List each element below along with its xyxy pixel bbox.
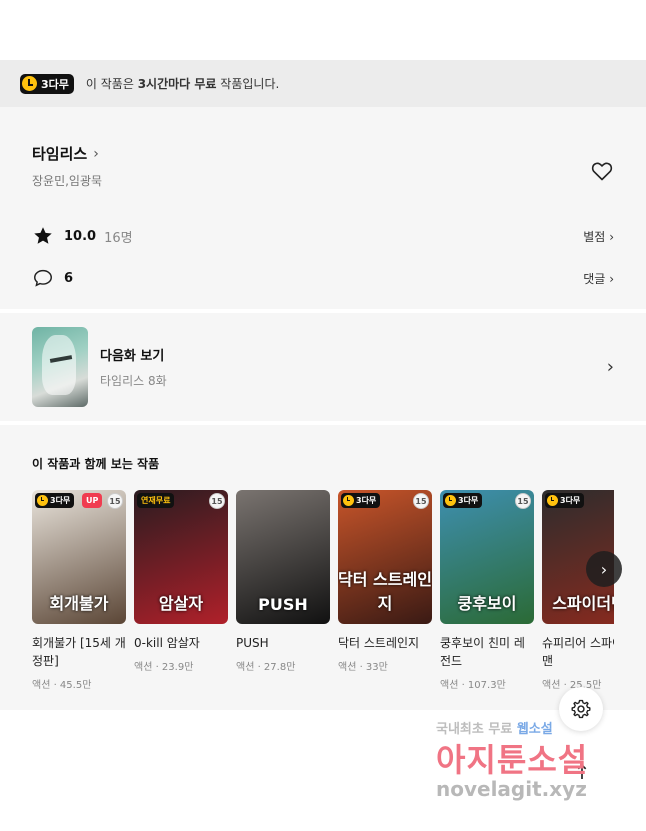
series-authors: 장윤민,임광묵 <box>32 174 103 188</box>
related-title: 회개불가 [15세 개정판] <box>32 636 126 668</box>
free-notice-banner: 3다무 이 작품은 3시간마다 무료 작품입니다. <box>0 60 646 107</box>
series-title: 타임리스 <box>32 145 88 163</box>
next-episode-label: 다음화 보기 <box>100 349 165 364</box>
chevron-right-icon: › <box>609 271 614 286</box>
three-hour-free-badge: 3다무 <box>20 73 74 94</box>
up-badge: UP <box>82 493 103 508</box>
comment-icon <box>34 269 52 287</box>
next-episode-button[interactable]: 다음화 보기 타임리스 8화 › <box>0 313 646 421</box>
gear-icon <box>571 699 591 719</box>
related-meta: 액션 · 45.5만 <box>32 680 92 691</box>
scroll-top-button[interactable]: ↑ <box>562 752 602 792</box>
comment-row: 6 댓글 › <box>32 257 614 299</box>
chevron-right-icon: › <box>93 145 99 162</box>
cover-title-art: 회개불가 <box>49 594 109 613</box>
related-meta: 액션 · 107.3만 <box>440 680 506 691</box>
related-cover: 3다무 UP 15 회개불가 <box>32 490 126 624</box>
related-card[interactable]: 3다무 스파이더맨 슈피리어 스파이더맨 액션 · 25.5만 <box>542 490 614 691</box>
cover-title-art: 쿵후보이 <box>457 594 517 613</box>
related-cover: 3다무 15 닥터 스트레인지 <box>338 490 432 624</box>
settings-button[interactable] <box>559 687 603 731</box>
chevron-right-icon: › <box>600 559 608 579</box>
heart-icon[interactable] <box>590 159 614 183</box>
comment-link[interactable]: 댓글 › <box>583 270 614 287</box>
chevron-right-icon: › <box>606 356 614 378</box>
related-cover: 연재무료 15 암살자 <box>134 490 228 624</box>
star-icon <box>34 227 52 244</box>
scroll-next-button[interactable]: › <box>586 551 622 587</box>
related-card[interactable]: 3다무 15 닥터 스트레인지 닥터 스트레인지 액션 · 33만 <box>338 490 432 691</box>
comment-count: 6 <box>64 270 74 286</box>
three-hour-free-badge: 3다무 <box>341 493 381 508</box>
cover-title-art: 닥터 스트레인지 <box>338 570 432 613</box>
top-spacer <box>0 0 646 60</box>
age-rating-badge: 15 <box>107 493 123 509</box>
next-episode-thumbnail <box>32 327 88 407</box>
rating-row: 10.0 16명 별점 › <box>32 215 614 257</box>
next-episode-subtitle: 타임리스 8화 <box>100 374 167 388</box>
related-works: 이 작품과 함께 보는 작품 3다무 UP 15 회개불가 회개불가 [15세 개정… <box>0 425 646 710</box>
clock-icon <box>22 76 37 91</box>
clock-icon <box>343 495 354 506</box>
related-title: 쿵후보이 친미 레전드 <box>440 636 525 668</box>
cover-title-art: PUSH <box>258 595 308 614</box>
related-list: 3다무 UP 15 회개불가 회개불가 [15세 개정판] 액션 · 45.5만 연… <box>32 490 614 691</box>
related-cover: PUSH <box>236 490 330 624</box>
age-rating-badge: 15 <box>209 493 225 509</box>
related-title: PUSH <box>236 636 269 650</box>
chevron-right-icon: › <box>609 229 614 244</box>
related-meta: 액션 · 23.9만 <box>134 662 194 673</box>
three-hour-free-badge: 3다무 <box>443 493 483 508</box>
related-cover: 3다무 15 쿵후보이 <box>440 490 534 624</box>
series-title-link[interactable]: 타임리스 › <box>32 143 614 164</box>
clock-icon <box>37 495 48 506</box>
cover-title-art: 암살자 <box>158 594 204 613</box>
three-hour-free-badge: 3다무 <box>35 493 75 508</box>
age-rating-badge: 15 <box>515 493 531 509</box>
watermark: 국내최초 무료 웹소설 아지툰소설 novelagit.xyz <box>436 722 589 801</box>
banner-text: 이 작품은 3시간마다 무료 작품입니다. <box>85 77 280 91</box>
series-info: 타임리스 › 장윤민,임광묵 10.0 16명 별점 › 6 댓글 › <box>0 107 646 309</box>
related-title: 닥터 스트레인지 <box>338 636 420 650</box>
cover-title-art: 스파이더맨 <box>552 594 614 613</box>
related-heading: 이 작품과 함께 보는 작품 <box>32 457 160 471</box>
clock-icon <box>445 495 456 506</box>
related-title: 슈피리어 스파이더맨 <box>542 636 614 668</box>
serial-free-badge: 연재무료 <box>137 493 175 508</box>
related-meta: 액션 · 33만 <box>338 662 388 673</box>
related-meta: 액션 · 27.8만 <box>236 662 296 673</box>
related-card[interactable]: 3다무 UP 15 회개불가 회개불가 [15세 개정판] 액션 · 45.5만 <box>32 490 126 691</box>
rating-count: 16명 <box>104 230 133 246</box>
related-card[interactable]: PUSH PUSH 액션 · 27.8만 <box>236 490 330 691</box>
rating-value: 10.0 <box>64 228 97 244</box>
clock-icon <box>547 495 558 506</box>
three-hour-free-badge: 3다무 <box>545 493 585 508</box>
rating-link[interactable]: 별점 › <box>583 228 614 245</box>
related-card[interactable]: 연재무료 15 암살자 0-kill 암살자 액션 · 23.9만 <box>134 490 228 691</box>
related-title: 0-kill 암살자 <box>134 636 200 650</box>
age-rating-badge: 15 <box>413 493 429 509</box>
arrow-up-icon: ↑ <box>573 760 591 784</box>
related-card[interactable]: 3다무 15 쿵후보이 쿵후보이 친미 레전드 액션 · 107.3만 <box>440 490 534 691</box>
